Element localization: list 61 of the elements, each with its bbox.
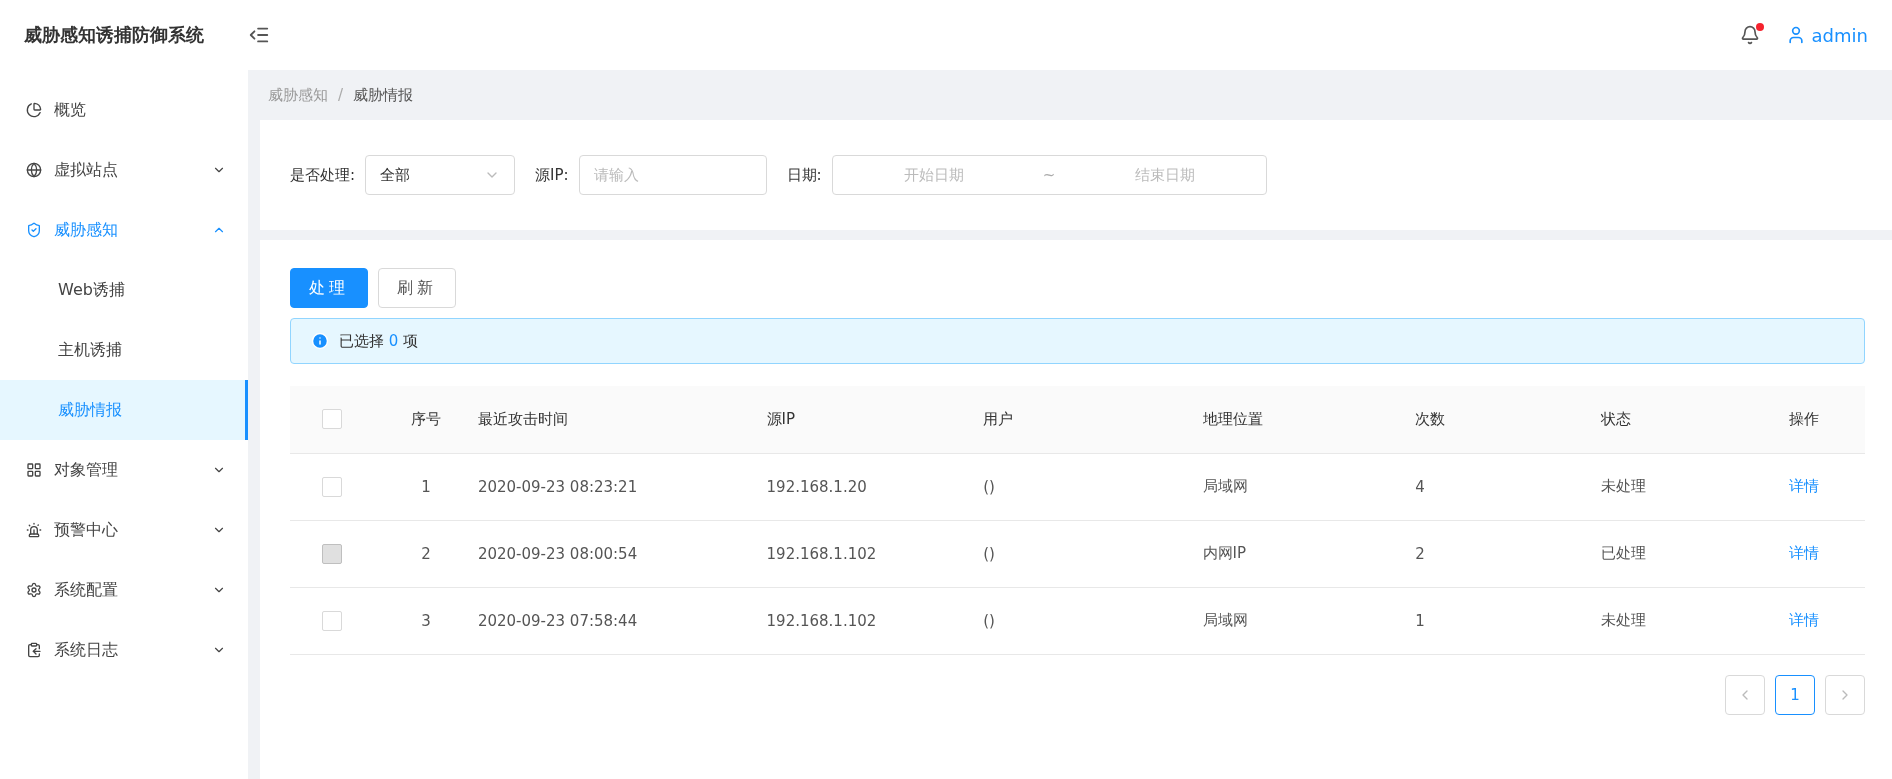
table-cell: 2020-09-23 08:23:21	[477, 453, 767, 520]
table-cell: ()	[983, 587, 1203, 654]
filter-label: 源IP:	[535, 165, 569, 185]
grid-icon	[26, 462, 42, 478]
status-select[interactable]: 全部	[365, 155, 516, 195]
alarm-light-icon	[26, 522, 42, 538]
table-cell: 192.168.1.102	[766, 587, 984, 654]
column-header: 次数	[1415, 386, 1602, 453]
date-separator: ~	[1042, 166, 1056, 184]
table-cell: 3	[374, 587, 478, 654]
column-header: 源IP	[766, 386, 984, 453]
column-header: 用户	[983, 386, 1203, 453]
table-cell: 192.168.1.102	[766, 520, 984, 587]
source-ip-input[interactable]: 请输入	[578, 155, 767, 195]
table-cell: ()	[983, 453, 1203, 520]
column-header: 序号	[374, 386, 478, 453]
table-cell: 2020-09-23 07:58:44	[477, 587, 767, 654]
sidebar-item[interactable]: 系统日志	[0, 620, 248, 680]
next-page-button[interactable]	[1825, 674, 1865, 715]
column-header: 最近攻击时间	[477, 386, 767, 453]
globe-icon	[26, 162, 42, 178]
info-icon	[311, 332, 329, 350]
table-cell: 1	[1415, 587, 1602, 654]
sidebar-item[interactable]: 对象管理	[0, 440, 248, 500]
sidebar-item[interactable]: 预警中心	[0, 500, 248, 560]
table-cell: ()	[983, 520, 1203, 587]
table-cell: 局域网	[1202, 453, 1416, 520]
column-header: 状态	[1601, 386, 1789, 453]
filter-label: 是否处理:	[290, 165, 356, 185]
sidebar-item[interactable]: 概览	[0, 80, 248, 140]
settings-icon	[26, 582, 42, 598]
column-header: 地理位置	[1202, 386, 1416, 453]
sidebar-subitem[interactable]: 主机诱捕	[0, 320, 248, 380]
selection-count-text: 已选择 0 项	[339, 331, 419, 351]
table-cell: 1	[374, 453, 478, 520]
clipboard-icon	[26, 642, 42, 658]
app-title: 威胁感知诱捕防御系统	[23, 23, 205, 47]
previous-page-button[interactable]	[1725, 674, 1765, 715]
select-all-checkbox[interactable]	[322, 409, 343, 430]
sidebar-item[interactable]: 系统配置	[0, 560, 248, 620]
table-cell: 未处理	[1601, 453, 1789, 520]
column-header: 操作	[1788, 386, 1865, 453]
breadcrumb-separator: /	[338, 86, 344, 104]
table-cell: 未处理	[1601, 587, 1789, 654]
sidebar-item[interactable]: 虚拟站点	[0, 140, 248, 200]
table-cell: 2	[1415, 520, 1602, 587]
shield-check-icon	[26, 222, 42, 238]
table-cell: 192.168.1.20	[766, 453, 984, 520]
filter-label: 日期:	[786, 165, 822, 185]
row-checkbox[interactable]	[322, 610, 343, 631]
refresh-button[interactable]: 刷新	[378, 268, 456, 308]
sidebar-subitem[interactable]: Web诱捕	[0, 260, 248, 320]
pie-chart-icon	[26, 102, 42, 118]
table-cell: 2020-09-23 08:00:54	[477, 520, 767, 587]
breadcrumb-item[interactable]: 威胁情报	[353, 85, 414, 105]
row-checkbox[interactable]	[322, 476, 343, 497]
table-cell: 已处理	[1601, 520, 1789, 587]
table-cell: 4	[1415, 453, 1602, 520]
table-cell: 2	[374, 520, 478, 587]
table-cell: 内网IP	[1202, 520, 1416, 587]
table-cell: 局域网	[1202, 587, 1416, 654]
